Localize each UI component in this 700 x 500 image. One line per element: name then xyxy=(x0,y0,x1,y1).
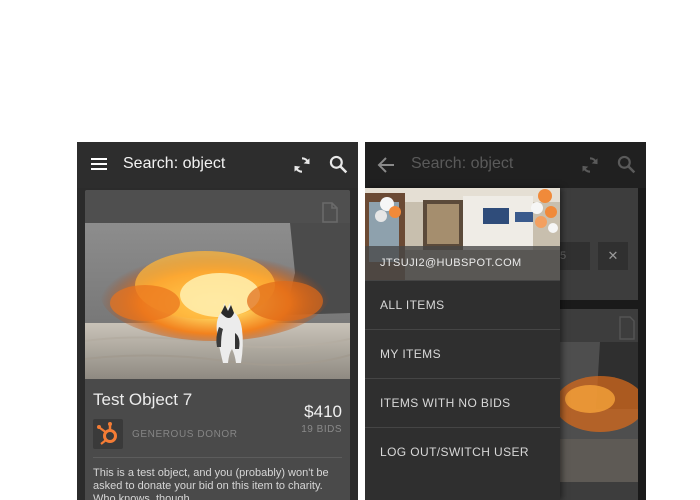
explosion-cat-photo[interactable] xyxy=(85,223,350,379)
drawer-item-my-items[interactable]: MY ITEMS xyxy=(365,329,560,378)
document-icon xyxy=(322,202,338,223)
navigation-drawer: JTSUJI2@HUBSPOT.COM ALL ITEMS MY ITEMS I… xyxy=(365,188,560,500)
item-card[interactable]: Test Object 7 $410 19 BIDS GENEROUS DONO… xyxy=(85,190,350,500)
donor-name: GENEROUS DONOR xyxy=(132,429,238,440)
search-icon[interactable] xyxy=(328,154,348,174)
left-toolbar: Search: object xyxy=(77,142,358,188)
item-price: $410 xyxy=(304,402,342,421)
refresh-icon[interactable] xyxy=(580,155,600,175)
bid-count: 19 BIDS xyxy=(301,424,342,435)
right-phone-screen: Search: object 5 ✕ JTSUJI2@HUBSPOT.COM A… xyxy=(365,142,646,500)
drawer-item-no-bids[interactable]: ITEMS WITH NO BIDS xyxy=(365,378,560,427)
item-title: Test Object 7 xyxy=(93,390,193,409)
back-arrow-icon[interactable] xyxy=(377,156,395,174)
right-toolbar: Search: object xyxy=(365,142,646,188)
background-chip-text: 5 xyxy=(560,250,567,262)
close-icon: ✕ xyxy=(598,242,628,270)
drawer-item-label: ALL ITEMS xyxy=(380,298,445,312)
left-phone-screen: Search: object Test Object 7 $410 19 BID… xyxy=(77,142,358,500)
drawer-item-label: MY ITEMS xyxy=(380,347,441,361)
search-icon[interactable] xyxy=(616,154,636,174)
item-description: This is a test object, and you (probably… xyxy=(93,467,329,500)
background-card-photo xyxy=(560,309,638,500)
drawer-item-log-out[interactable]: LOG OUT/SWITCH USER xyxy=(365,427,560,476)
drawer-item-label: LOG OUT/SWITCH USER xyxy=(380,445,529,459)
screenshot-stage: Search: object Test Object 7 $410 19 BID… xyxy=(0,0,700,500)
drawer-item-all-items[interactable]: ALL ITEMS xyxy=(365,280,560,329)
refresh-icon[interactable] xyxy=(292,155,312,175)
hubspot-logo-icon xyxy=(93,419,123,449)
search-title: Search: object xyxy=(123,155,226,172)
card-divider xyxy=(93,457,342,458)
hamburger-menu-icon[interactable] xyxy=(91,158,107,171)
drawer-item-label: ITEMS WITH NO BIDS xyxy=(380,396,511,410)
account-email[interactable]: JTSUJI2@HUBSPOT.COM xyxy=(380,257,522,269)
card-header-strip xyxy=(85,190,350,223)
search-title: Search: object xyxy=(411,155,514,172)
